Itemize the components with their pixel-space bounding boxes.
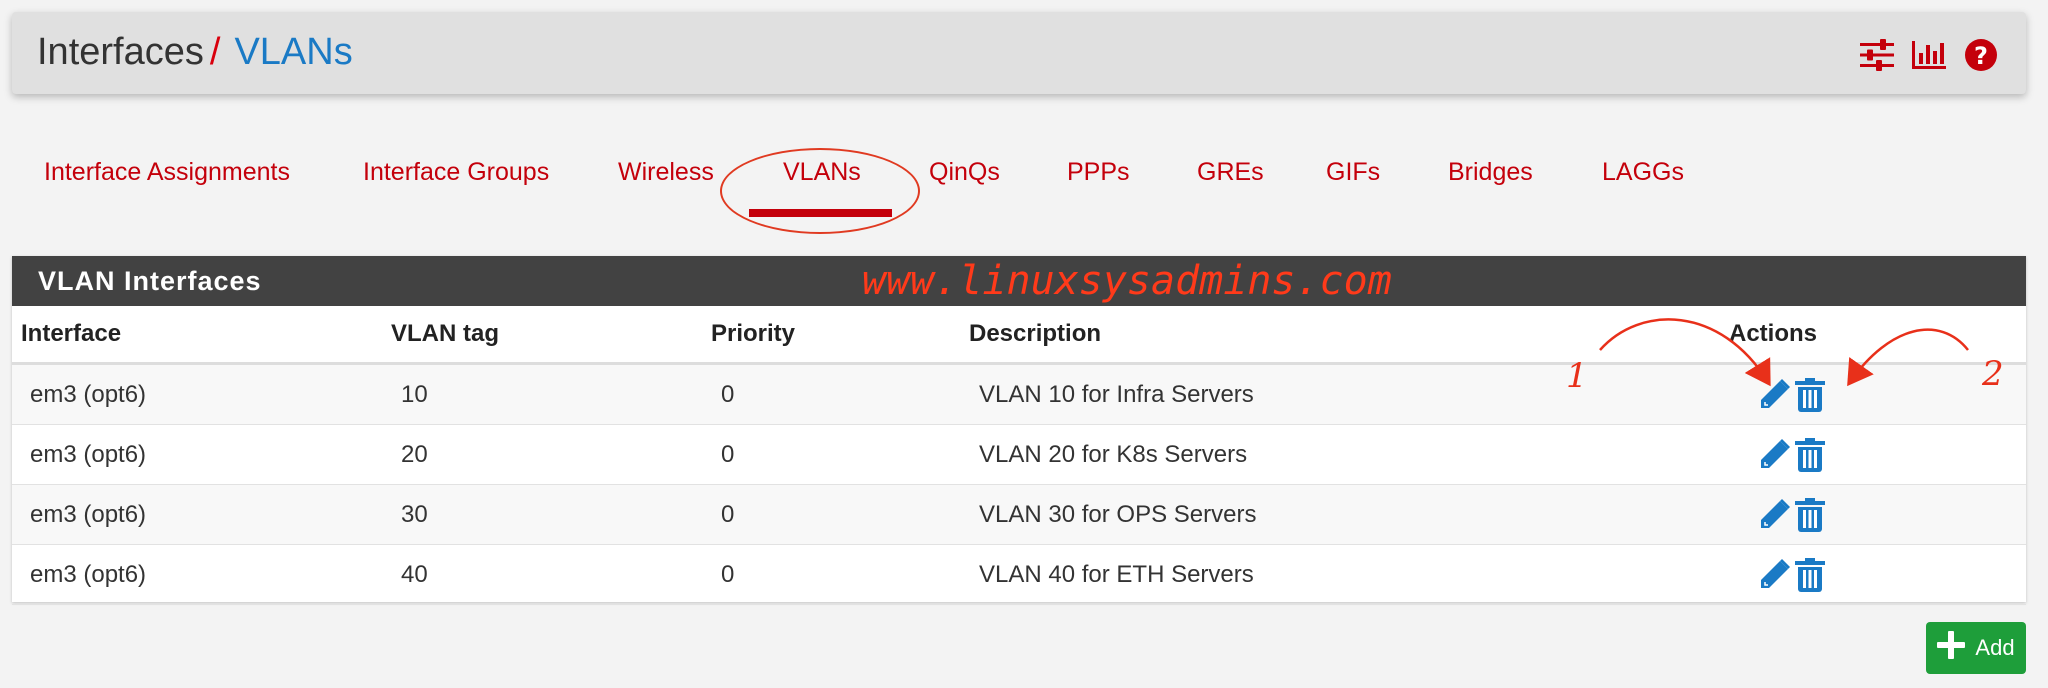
cell-vlan-tag: 10 <box>391 363 711 425</box>
svg-text:?: ? <box>1974 42 1988 70</box>
column-header-priority: Priority <box>711 306 969 365</box>
tab-wireless[interactable]: Wireless <box>618 158 714 187</box>
pencil-icon[interactable] <box>1757 498 1791 532</box>
trash-icon[interactable] <box>1795 497 1825 532</box>
cell-interface: em3 (opt6) <box>12 363 391 425</box>
sliders-icon[interactable] <box>1860 39 1894 71</box>
annotation-label-2: 2 <box>1982 354 2004 394</box>
cell-actions <box>1729 544 2026 605</box>
table-row: em3 (opt6) 10 0 VLAN 10 for Infra Server… <box>12 363 2026 425</box>
trash-icon[interactable] <box>1795 557 1825 592</box>
plus-icon <box>1937 631 1966 665</box>
help-icon[interactable]: ? <box>1964 38 1998 72</box>
breadcrumb-interfaces[interactable]: Interfaces <box>37 31 204 73</box>
table-row: em3 (opt6) 20 0 VLAN 20 for K8s Servers <box>12 424 2026 485</box>
cell-actions <box>1729 424 2026 485</box>
vlan-table: Interface VLAN tag Priority Description … <box>12 306 2026 605</box>
column-header-vlan-tag: VLAN tag <box>391 306 711 365</box>
cell-priority: 0 <box>711 484 969 545</box>
panel-title-text: VLAN Interfaces <box>38 266 262 296</box>
pencil-icon[interactable] <box>1757 378 1791 412</box>
cell-interface: em3 (opt6) <box>12 424 391 485</box>
cell-description: VLAN 20 for K8s Servers <box>969 424 1729 485</box>
tab-interface-groups[interactable]: Interface Groups <box>363 158 549 187</box>
breadcrumb-separator: / <box>209 31 221 73</box>
pencil-icon[interactable] <box>1757 438 1791 472</box>
cell-vlan-tag: 40 <box>391 544 711 605</box>
watermark: www.linuxsysadmins.com <box>862 258 1392 304</box>
cell-vlan-tag: 30 <box>391 484 711 545</box>
add-button-label: Add <box>1975 635 2015 660</box>
column-header-description: Description <box>969 306 1729 365</box>
table-header-row: Interface VLAN tag Priority Description … <box>12 306 2026 365</box>
cell-description: VLAN 10 for Infra Servers <box>969 363 1729 425</box>
tab-ppps[interactable]: PPPs <box>1067 158 1130 187</box>
cell-actions <box>1729 484 2026 545</box>
cell-interface: em3 (opt6) <box>12 484 391 545</box>
cell-interface: em3 (opt6) <box>12 544 391 605</box>
annotation-label-1: 1 <box>1566 356 1588 396</box>
annotation-circle <box>720 148 920 234</box>
tab-interface-assignments[interactable]: Interface Assignments <box>44 158 290 187</box>
cell-vlan-tag: 20 <box>391 424 711 485</box>
cell-description: VLAN 40 for ETH Servers <box>969 544 1729 605</box>
tab-gifs[interactable]: GIFs <box>1326 158 1380 187</box>
page-header: Interfaces / VLANs ? <box>12 12 2026 94</box>
cell-description: VLAN 30 for OPS Servers <box>969 484 1729 545</box>
tab-laggs[interactable]: LAGGs <box>1602 158 1684 187</box>
trash-icon[interactable] <box>1795 377 1825 412</box>
column-header-interface: Interface <box>12 306 391 365</box>
cell-priority: 0 <box>711 544 969 605</box>
tab-bridges[interactable]: Bridges <box>1448 158 1533 187</box>
breadcrumb-vlans[interactable]: VLANs <box>234 31 352 73</box>
bar-chart-icon[interactable] <box>1912 39 1946 71</box>
breadcrumb: Interfaces / VLANs <box>37 31 353 73</box>
cell-priority: 0 <box>711 363 969 425</box>
trash-icon[interactable] <box>1795 437 1825 472</box>
cell-priority: 0 <box>711 424 969 485</box>
panel-title: VLAN Interfaces www.linuxsysadmins.com <box>12 256 2026 306</box>
table-row: em3 (opt6) 40 0 VLAN 40 for ETH Servers <box>12 544 2026 605</box>
header-icons: ? <box>1860 38 1998 72</box>
add-button[interactable]: Add <box>1926 622 2026 674</box>
table-row: em3 (opt6) 30 0 VLAN 30 for OPS Servers <box>12 484 2026 545</box>
pencil-icon[interactable] <box>1757 558 1791 592</box>
vlan-interfaces-panel: VLAN Interfaces www.linuxsysadmins.com I… <box>12 256 2026 605</box>
tab-gres[interactable]: GREs <box>1197 158 1264 187</box>
interface-tabs: Interface Assignments Interface Groups W… <box>0 150 2048 217</box>
tab-qinqs[interactable]: QinQs <box>929 158 1000 187</box>
